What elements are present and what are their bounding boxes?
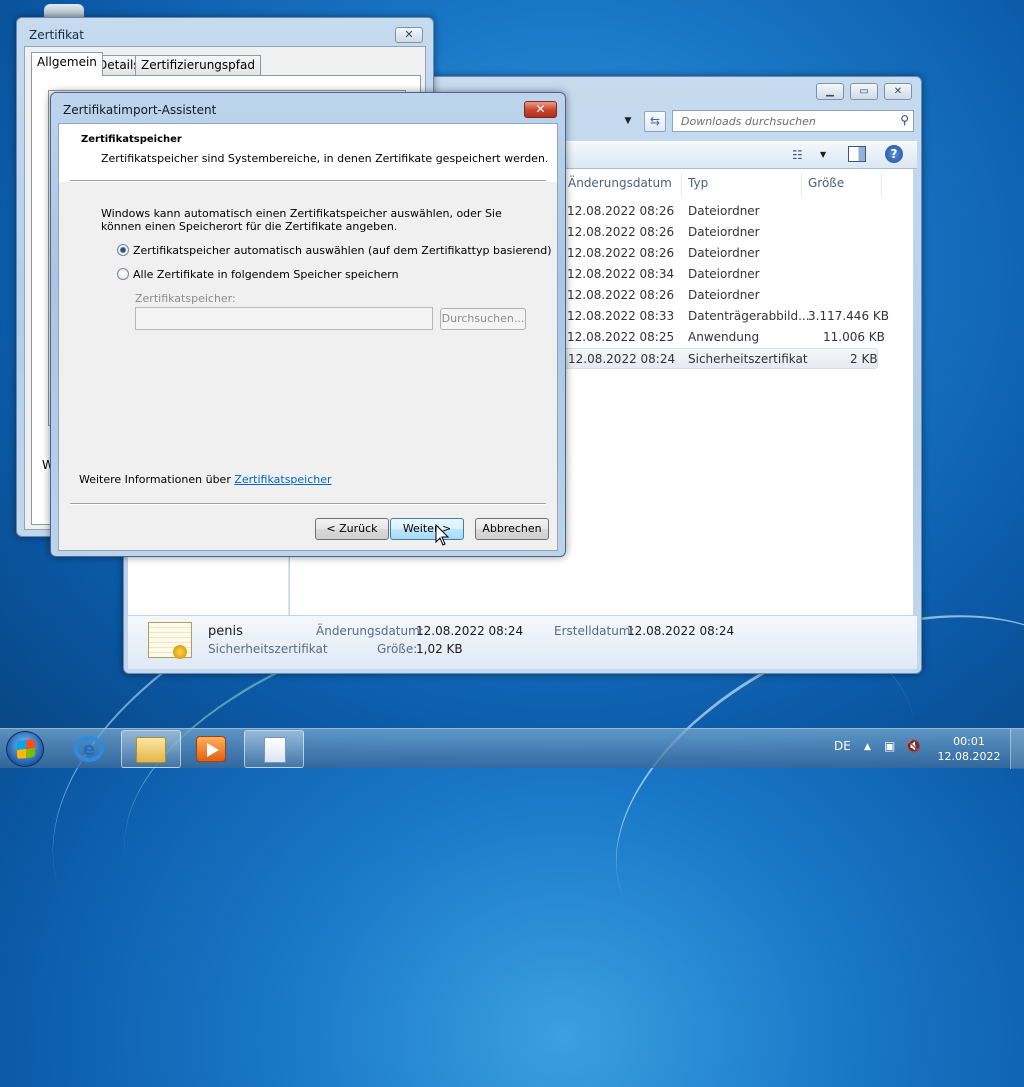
row-date: 12.08.2022 08:26 — [567, 204, 675, 218]
recycle-bin-icon[interactable] — [44, 4, 84, 18]
row-date: 12.08.2022 08:33 — [567, 309, 675, 323]
detail-size-value: 1,02 KB — [416, 642, 463, 656]
clock-time: 00:01 — [953, 735, 985, 748]
internet-explorer-icon: e — [74, 736, 104, 762]
language-indicator[interactable]: DE — [834, 739, 851, 753]
detail-created-label: Erstelldatum: — [554, 624, 635, 638]
next-button[interactable]: Weiter > — [390, 518, 464, 540]
close-button[interactable]: ✕ — [884, 83, 912, 100]
media-player-icon — [196, 736, 226, 762]
info-prefix: Weitere Informationen über — [79, 473, 235, 486]
taskbar-explorer[interactable] — [121, 730, 181, 768]
detail-type: Sicherheitszertifikat — [208, 642, 328, 656]
window-title: Zertifikat — [29, 28, 84, 42]
tab-allgemein[interactable]: Allgemein — [31, 52, 103, 76]
column-header-type[interactable]: Typ — [682, 173, 802, 197]
row-date: 12.08.2022 08:25 — [567, 330, 675, 344]
taskbar-certificate[interactable] — [244, 730, 304, 768]
header-title: Zertifikatspeicher — [81, 134, 182, 145]
store-label: Zertifikatspeicher: — [135, 292, 236, 305]
row-type: Dateiordner — [688, 246, 760, 260]
certificate-icon — [148, 622, 192, 659]
row-date: 12.08.2022 08:24 — [568, 352, 676, 366]
row-type: Dateiordner — [688, 204, 760, 218]
search-icon: ⚲ — [900, 113, 909, 127]
search-input[interactable]: Downloads durchsuchen ⚲ — [672, 110, 914, 132]
radio-auto-store[interactable]: Zertifikatspeicher automatisch auswählen… — [117, 244, 552, 257]
volume-muted-icon[interactable]: 🔇 — [906, 739, 921, 753]
table-row-selected[interactable]: 12.08.2022 08:24 Sicherheitszertifikat 2 K… — [562, 348, 878, 369]
start-button[interactable] — [6, 731, 44, 767]
mouse-cursor-icon — [435, 524, 449, 546]
close-button[interactable]: ✕ — [524, 101, 557, 118]
taskbar: e DE ▲ ▣ 🔇 00:01 12.08.2022 — [0, 728, 1024, 769]
taskbar-media-player[interactable] — [182, 730, 242, 768]
browse-button[interactable]: Durchsuchen... — [440, 308, 526, 330]
radio-icon[interactable] — [117, 268, 129, 280]
details-pane: penis Sicherheitszertifikat Änderungsdat… — [128, 615, 917, 669]
row-date: 12.08.2022 08:26 — [567, 288, 675, 302]
row-date: 12.08.2022 08:34 — [567, 267, 675, 281]
view-options-icon[interactable]: ☷ — [792, 148, 803, 162]
wizard-body: Zertifikatspeicher Zertifikatspeicher si… — [58, 123, 558, 551]
detail-modified-value: 12.08.2022 08:24 — [416, 624, 524, 638]
detail-created-value: 12.08.2022 08:24 — [627, 624, 735, 638]
close-button[interactable]: ✕ — [395, 27, 423, 43]
clock-date: 12.08.2022 — [937, 750, 1001, 763]
show-desktop-button[interactable] — [1010, 729, 1024, 769]
row-type: Dateiordner — [688, 225, 760, 239]
help-icon[interactable]: ? — [885, 145, 903, 163]
preview-pane-icon[interactable] — [848, 146, 866, 162]
row-type: Anwendung — [688, 330, 760, 344]
tab-zertifizierungspfad[interactable]: Zertifizierungspfad — [135, 55, 261, 75]
refresh-button[interactable]: ⇆ — [644, 111, 666, 132]
radio-auto-label: Zertifikatspeicher automatisch auswählen… — [133, 244, 552, 257]
show-hidden-icons-icon[interactable]: ▲ — [864, 742, 871, 752]
row-size: 2 KB — [850, 352, 878, 366]
description: Windows kann automatisch einen Zertifika… — [101, 207, 502, 233]
network-icon[interactable]: ▣ — [884, 739, 895, 753]
divider — [70, 180, 546, 182]
row-type: Sicherheitszertifikat — [688, 352, 808, 366]
radio-manual-store[interactable]: Alle Zertifikate in folgendem Speicher s… — [117, 268, 399, 281]
column-header-size[interactable]: Größe — [802, 173, 882, 197]
row-type: Dateiordner — [688, 288, 760, 302]
row-date: 12.08.2022 08:26 — [567, 225, 675, 239]
import-wizard-window: Zertifikatimport-Assistent ✕ Zertifikats… — [50, 92, 566, 557]
divider — [70, 503, 546, 505]
search-placeholder: Downloads durchsuchen — [681, 115, 816, 128]
cancel-button[interactable]: Abbrechen — [475, 518, 549, 540]
clock[interactable]: 00:01 12.08.2022 — [934, 734, 1004, 764]
row-size: 3.117.446 KB — [808, 309, 889, 323]
taskbar-internet-explorer[interactable]: e — [60, 730, 120, 768]
detail-modified-label: Änderungsdatum: — [316, 624, 424, 638]
row-date: 12.08.2022 08:26 — [567, 246, 675, 260]
row-size: 11.006 KB — [823, 330, 885, 344]
header-subtitle: Zertifikatspeicher sind Systembereiche, … — [101, 152, 549, 165]
window-title: Zertifikatimport-Assistent — [63, 103, 217, 117]
row-type: Datenträgerabbild... — [688, 309, 810, 323]
detail-name: penis — [208, 624, 243, 639]
radio-manual-label: Alle Zertifikate in folgendem Speicher s… — [133, 268, 399, 281]
folder-icon — [136, 737, 166, 763]
maximize-button[interactable]: ▭ — [850, 83, 878, 100]
back-button[interactable]: < Zurück — [315, 518, 389, 540]
row-type: Dateiordner — [688, 267, 760, 281]
store-field[interactable] — [135, 307, 433, 330]
chevron-down-icon[interactable]: ▼ — [820, 150, 826, 159]
document-icon — [264, 737, 286, 763]
column-header-date[interactable]: Änderungsdatum — [562, 173, 682, 197]
radio-selected-icon[interactable] — [117, 244, 129, 256]
address-dropdown-icon[interactable]: ▼ — [620, 111, 636, 131]
minimize-button[interactable]: ▁ — [816, 83, 844, 100]
info-line: Weitere Informationen über Zertifikatspe… — [79, 473, 332, 486]
info-link[interactable]: Zertifikatspeicher — [234, 473, 331, 486]
wizard-header: Zertifikatspeicher Zertifikatspeicher si… — [59, 124, 557, 182]
windows-logo-icon — [17, 739, 35, 759]
detail-size-label: Größe: — [377, 642, 418, 656]
